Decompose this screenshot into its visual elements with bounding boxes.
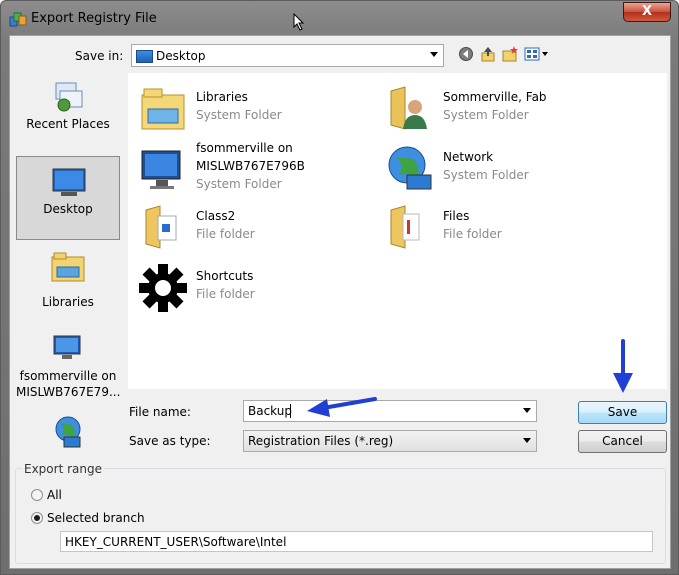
save-button[interactable]: Save [578, 401, 667, 424]
file-name: Libraries [196, 90, 248, 104]
list-item[interactable]: Class2 File folder [134, 198, 374, 250]
place-recent-places[interactable]: Recent Places [16, 73, 120, 148]
user-folder-icon [390, 86, 427, 130]
file-type: System Folder [196, 177, 282, 191]
selected-branch-value: HKEY_CURRENT_USER\Software\Intel [65, 535, 287, 549]
file-name-value: Backup [248, 404, 292, 418]
folder-icon [390, 205, 420, 249]
file-type: File folder [196, 227, 255, 241]
folder-icon [145, 205, 177, 249]
radio-all-label[interactable]: All [47, 488, 62, 502]
place-label: Recent Places [26, 117, 110, 131]
computer-icon [141, 150, 181, 189]
file-type: File folder [443, 227, 502, 241]
save-as-type-dropdown[interactable]: Registration Files (*.reg) [243, 430, 537, 452]
file-name: Class2 [196, 209, 236, 223]
file-type: System Folder [196, 108, 282, 122]
list-item[interactable]: fsommerville on MISLWB767E796B System Fol… [134, 139, 374, 191]
selected-branch-field[interactable]: HKEY_CURRENT_USER\Software\Intel [60, 531, 653, 552]
network-icon [55, 416, 81, 448]
cancel-button[interactable]: Cancel [578, 430, 667, 453]
save-in-dropdown[interactable]: Desktop [131, 44, 444, 67]
list-item[interactable]: Sommerville, Fab System Folder [381, 79, 621, 131]
place-label: Desktop [43, 202, 93, 216]
list-item[interactable]: Files File folder [381, 198, 621, 250]
chevron-down-icon [523, 438, 531, 443]
text-caret [290, 404, 291, 418]
new-folder-icon[interactable] [502, 46, 518, 62]
back-icon[interactable] [458, 46, 474, 62]
save-as-type-label: Save as type: [129, 434, 211, 448]
list-item[interactable]: Network System Folder [381, 139, 621, 191]
file-type: System Folder [443, 108, 529, 122]
file-type: System Folder [443, 168, 529, 182]
desktop-icon [52, 168, 86, 196]
save-in-value: Desktop [156, 49, 206, 63]
list-item[interactable]: Shortcuts File folder [134, 258, 374, 312]
file-name: Files [443, 209, 470, 223]
title-bar[interactable]: Export Registry File X [1, 1, 678, 35]
file-name-field[interactable]: Backup [243, 400, 537, 422]
libraries-icon [51, 252, 85, 282]
radio-all[interactable] [31, 489, 43, 501]
places-bar: Recent Places Desktop Libraries fsommerv… [14, 73, 128, 448]
save-in-label: Save in: [75, 49, 124, 63]
file-list[interactable]: Libraries System Folder Sommerville, Fab S… [128, 73, 667, 389]
radio-selected-branch-label[interactable]: Selected branch [47, 511, 145, 525]
list-item[interactable]: Libraries System Folder [134, 79, 374, 131]
place-computer[interactable]: fsommerville on MISLWB767E79... [16, 330, 120, 405]
chevron-down-icon [430, 52, 438, 57]
chevron-down-icon[interactable] [523, 408, 531, 413]
file-name: fsommerville on MISLWB767E796B [196, 141, 305, 173]
place-label: Libraries [42, 295, 94, 309]
mouse-cursor-icon [293, 13, 305, 31]
computer-icon [53, 335, 81, 359]
registry-editor-icon [9, 12, 27, 27]
file-name: Network [443, 150, 494, 164]
up-folder-icon[interactable] [480, 46, 496, 62]
view-menu-icon[interactable] [524, 46, 550, 62]
file-name-label: File name: [129, 405, 191, 419]
file-name: Sommerville, Fab [443, 90, 547, 104]
network-icon [388, 146, 432, 190]
place-desktop[interactable]: Desktop [16, 156, 120, 240]
export-range-label: Export range [22, 462, 104, 476]
file-type: File folder [196, 287, 255, 301]
file-name: Shortcuts [196, 269, 254, 283]
desktop-icon [136, 50, 153, 63]
close-icon: X [641, 4, 653, 19]
export-registry-dialog: Export Registry File X Save in: Desktop [0, 0, 679, 575]
close-button[interactable]: X [623, 2, 671, 22]
gear-icon [139, 264, 187, 312]
place-label: fsommerville on MISLWB767E79... [16, 369, 121, 399]
recent-places-icon [55, 82, 83, 112]
radio-selected-branch[interactable] [31, 512, 43, 524]
dialog-body: Save in: Desktop Recent Places Desktop L… [9, 35, 671, 569]
window-title: Export Registry File [31, 11, 157, 26]
place-network[interactable] [16, 409, 120, 448]
libraries-icon [141, 88, 185, 130]
save-as-type-value: Registration Files (*.reg) [248, 434, 394, 448]
place-libraries[interactable]: Libraries [16, 245, 120, 320]
